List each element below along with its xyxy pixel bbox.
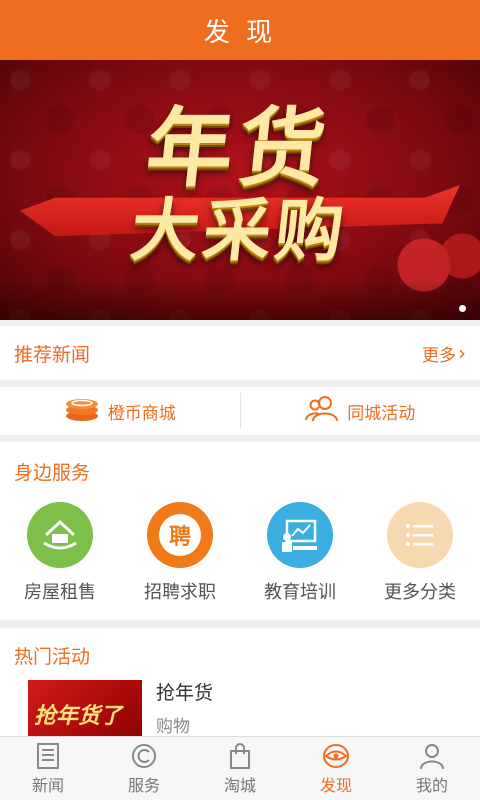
- service-education[interactable]: 教育培训: [240, 502, 360, 604]
- news-icon: [37, 742, 59, 769]
- tab-news[interactable]: 新闻: [0, 737, 96, 800]
- tab-mall[interactable]: 淘城: [192, 737, 288, 800]
- tab-services[interactable]: 服务: [96, 737, 192, 800]
- nearby-services-section: 身边服务 房屋租售 聘 招聘求职 教育培训 更多分类: [0, 442, 480, 620]
- recruit-icon: 聘: [147, 502, 213, 568]
- service-icon: [132, 743, 156, 768]
- tab-mine[interactable]: 我的: [384, 737, 480, 800]
- nearby-services-title: 身边服务: [14, 462, 91, 484]
- bottom-tab-bar: 新闻 服务 淘城 发现 我的: [0, 736, 480, 800]
- hot-activities-section: 热门活动 抢年货了 抢年货 购物: [0, 628, 480, 738]
- bag-icon: [230, 742, 250, 769]
- user-icon: [420, 743, 444, 769]
- orange-coin-mall-button[interactable]: 橙币商城: [0, 387, 240, 435]
- hot-activities-title: 热门活动: [14, 646, 91, 668]
- more-label: 更多: [422, 345, 456, 366]
- list-icon: [387, 502, 453, 568]
- tab-discover[interactable]: 发现: [288, 737, 384, 800]
- tab-label: 新闻: [31, 775, 64, 795]
- more-link[interactable]: 更多 ›: [422, 341, 466, 366]
- recruit-glyph: 聘: [159, 514, 201, 556]
- tab-label: 发现: [319, 775, 352, 795]
- recommend-news-section: 推荐新闻 更多 ›: [0, 326, 480, 380]
- chevron-right-icon: ›: [458, 341, 466, 365]
- orange-coin-mall-label: 橙币商城: [107, 403, 176, 424]
- hot-activity-category: 购物: [156, 717, 190, 737]
- people-icon: [305, 395, 339, 428]
- tab-label: 我的: [415, 775, 448, 795]
- city-activities-button[interactable]: 同城活动: [241, 387, 480, 435]
- coins-icon: [64, 394, 100, 429]
- service-label: 更多分类: [384, 582, 456, 603]
- recommend-news-title: 推荐新闻: [14, 343, 91, 366]
- teacher-icon: [267, 502, 333, 568]
- service-label: 招聘求职: [144, 582, 216, 603]
- eye-icon: [323, 743, 349, 768]
- city-activities-label: 同城活动: [347, 403, 416, 424]
- banner-page-indicator: [459, 305, 466, 312]
- hot-activity-thumbnail[interactable]: 抢年货了: [28, 680, 142, 738]
- service-housing[interactable]: 房屋租售: [0, 502, 120, 604]
- banner-shade: [0, 280, 480, 320]
- page-title: 发 现: [0, 0, 480, 60]
- hot-activity-name[interactable]: 抢年货: [156, 678, 213, 705]
- banner[interactable]: 年货 大采购: [0, 60, 480, 320]
- service-more[interactable]: 更多分类: [360, 502, 480, 604]
- quick-links: 橙币商城 同城活动: [0, 387, 480, 435]
- house-icon: [27, 502, 93, 568]
- service-label: 房屋租售: [24, 582, 96, 603]
- service-recruitment[interactable]: 聘 招聘求职: [120, 502, 240, 604]
- tab-label: 淘城: [223, 775, 256, 795]
- service-label: 教育培训: [264, 582, 336, 603]
- tab-label: 服务: [127, 775, 160, 795]
